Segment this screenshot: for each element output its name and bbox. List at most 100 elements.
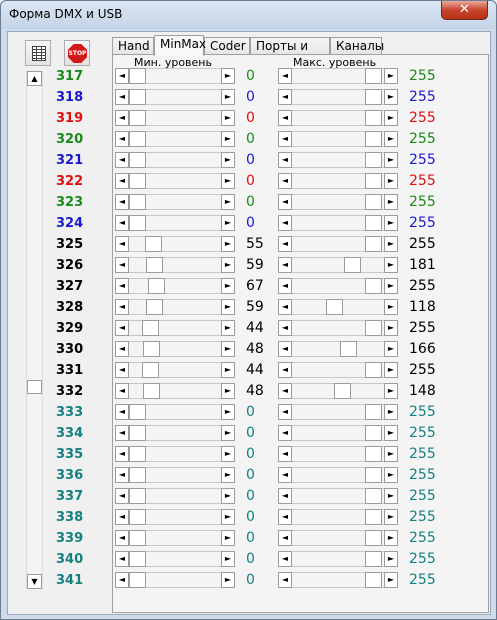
scroll-left-icon[interactable]: ◄ — [278, 257, 292, 273]
scroll-left-icon[interactable]: ◄ — [115, 299, 129, 315]
scroll-left-icon[interactable]: ◄ — [115, 278, 129, 294]
slider-thumb[interactable] — [148, 278, 166, 294]
min-level-slider[interactable]: ◄ ► — [115, 173, 235, 189]
slider-thumb[interactable] — [129, 173, 146, 189]
scroll-right-icon[interactable]: ► — [221, 215, 235, 231]
scroll-right-icon[interactable]: ► — [221, 341, 235, 357]
max-level-slider[interactable]: ◄ ► — [278, 299, 398, 315]
slider-thumb[interactable] — [129, 509, 146, 525]
scroll-left-icon[interactable]: ◄ — [278, 320, 292, 336]
slider-thumb[interactable] — [129, 89, 146, 105]
min-level-slider[interactable]: ◄ ► — [115, 551, 235, 567]
max-level-slider[interactable]: ◄ ► — [278, 110, 398, 126]
min-level-slider[interactable]: ◄ ► — [115, 341, 235, 357]
min-level-slider[interactable]: ◄ ► — [115, 215, 235, 231]
scroll-right-icon[interactable]: ► — [221, 362, 235, 378]
scroll-left-icon[interactable]: ◄ — [115, 551, 129, 567]
max-level-slider[interactable]: ◄ ► — [278, 446, 398, 462]
max-level-slider[interactable]: ◄ ► — [278, 257, 398, 273]
scroll-left-icon[interactable]: ◄ — [278, 299, 292, 315]
min-level-slider[interactable]: ◄ ► — [115, 509, 235, 525]
scroll-right-icon[interactable]: ► — [384, 572, 398, 588]
scroll-right-icon[interactable]: ► — [384, 110, 398, 126]
scroll-right-icon[interactable]: ► — [221, 467, 235, 483]
scroll-left-icon[interactable]: ◄ — [115, 467, 129, 483]
scroll-left-icon[interactable]: ◄ — [278, 68, 292, 84]
min-level-slider[interactable]: ◄ ► — [115, 404, 235, 420]
scroll-right-icon[interactable]: ► — [221, 236, 235, 252]
scroll-left-icon[interactable]: ◄ — [115, 131, 129, 147]
title-bar[interactable]: Форма DMX и USB ✕ — [1, 1, 496, 29]
scroll-right-icon[interactable]: ► — [221, 446, 235, 462]
scroll-left-icon[interactable]: ◄ — [278, 446, 292, 462]
slider-thumb[interactable] — [365, 215, 382, 231]
scroll-left-icon[interactable]: ◄ — [278, 194, 292, 210]
max-level-slider[interactable]: ◄ ► — [278, 131, 398, 147]
max-level-slider[interactable]: ◄ ► — [278, 320, 398, 336]
slider-thumb[interactable] — [129, 110, 146, 126]
max-level-slider[interactable]: ◄ ► — [278, 152, 398, 168]
slider-thumb[interactable] — [129, 572, 146, 588]
scroll-right-icon[interactable]: ► — [221, 110, 235, 126]
scroll-left-icon[interactable]: ◄ — [278, 467, 292, 483]
scroll-right-icon[interactable]: ► — [384, 530, 398, 546]
max-level-slider[interactable]: ◄ ► — [278, 572, 398, 588]
scroll-left-icon[interactable]: ◄ — [115, 110, 129, 126]
slider-thumb[interactable] — [145, 257, 163, 273]
max-level-slider[interactable]: ◄ ► — [278, 383, 398, 399]
scroll-right-icon[interactable]: ► — [384, 341, 398, 357]
slider-thumb[interactable] — [365, 110, 382, 126]
scroll-left-icon[interactable]: ◄ — [278, 383, 292, 399]
min-level-slider[interactable]: ◄ ► — [115, 530, 235, 546]
scroll-left-icon[interactable]: ◄ — [115, 320, 129, 336]
max-level-slider[interactable]: ◄ ► — [278, 530, 398, 546]
scroll-up-icon[interactable]: ▲ — [27, 71, 42, 86]
scroll-right-icon[interactable]: ► — [221, 383, 235, 399]
max-level-slider[interactable]: ◄ ► — [278, 236, 398, 252]
scroll-left-icon[interactable]: ◄ — [115, 173, 129, 189]
scroll-left-icon[interactable]: ◄ — [278, 488, 292, 504]
scroll-left-icon[interactable]: ◄ — [278, 509, 292, 525]
scroll-right-icon[interactable]: ► — [221, 194, 235, 210]
slider-thumb[interactable] — [325, 299, 343, 315]
slider-thumb[interactable] — [365, 404, 382, 420]
slider-thumb[interactable] — [129, 68, 146, 84]
slider-thumb[interactable] — [142, 383, 160, 399]
scroll-right-icon[interactable]: ► — [221, 530, 235, 546]
slider-thumb[interactable] — [129, 215, 146, 231]
scroll-right-icon[interactable]: ► — [384, 551, 398, 567]
max-level-slider[interactable]: ◄ ► — [278, 89, 398, 105]
max-level-slider[interactable]: ◄ ► — [278, 425, 398, 441]
scroll-left-icon[interactable]: ◄ — [278, 131, 292, 147]
scroll-left-icon[interactable]: ◄ — [278, 152, 292, 168]
scroll-right-icon[interactable]: ► — [384, 383, 398, 399]
min-level-slider[interactable]: ◄ ► — [115, 467, 235, 483]
scroll-left-icon[interactable]: ◄ — [115, 89, 129, 105]
scroll-thumb[interactable] — [27, 379, 42, 394]
scroll-right-icon[interactable]: ► — [384, 446, 398, 462]
slider-thumb[interactable] — [129, 446, 146, 462]
scroll-left-icon[interactable]: ◄ — [278, 404, 292, 420]
scroll-left-icon[interactable]: ◄ — [115, 68, 129, 84]
scroll-left-icon[interactable]: ◄ — [115, 383, 129, 399]
max-level-slider[interactable]: ◄ ► — [278, 173, 398, 189]
scroll-down-icon[interactable]: ▼ — [27, 574, 42, 589]
slider-thumb[interactable] — [365, 530, 382, 546]
slider-thumb[interactable] — [334, 383, 352, 399]
max-level-slider[interactable]: ◄ ► — [278, 215, 398, 231]
scroll-right-icon[interactable]: ► — [221, 173, 235, 189]
slider-thumb[interactable] — [365, 488, 382, 504]
scroll-left-icon[interactable]: ◄ — [115, 194, 129, 210]
stop-button[interactable]: STOP — [64, 40, 90, 66]
slider-thumb[interactable] — [365, 131, 382, 147]
grid-button[interactable] — [25, 40, 51, 66]
scroll-right-icon[interactable]: ► — [221, 299, 235, 315]
scroll-right-icon[interactable]: ► — [221, 89, 235, 105]
scroll-right-icon[interactable]: ► — [221, 68, 235, 84]
scroll-right-icon[interactable]: ► — [221, 257, 235, 273]
tab-minmax[interactable]: MinMax — [154, 35, 206, 56]
scroll-right-icon[interactable]: ► — [384, 131, 398, 147]
max-level-slider[interactable]: ◄ ► — [278, 488, 398, 504]
slider-thumb[interactable] — [365, 572, 382, 588]
slider-thumb[interactable] — [339, 341, 357, 357]
